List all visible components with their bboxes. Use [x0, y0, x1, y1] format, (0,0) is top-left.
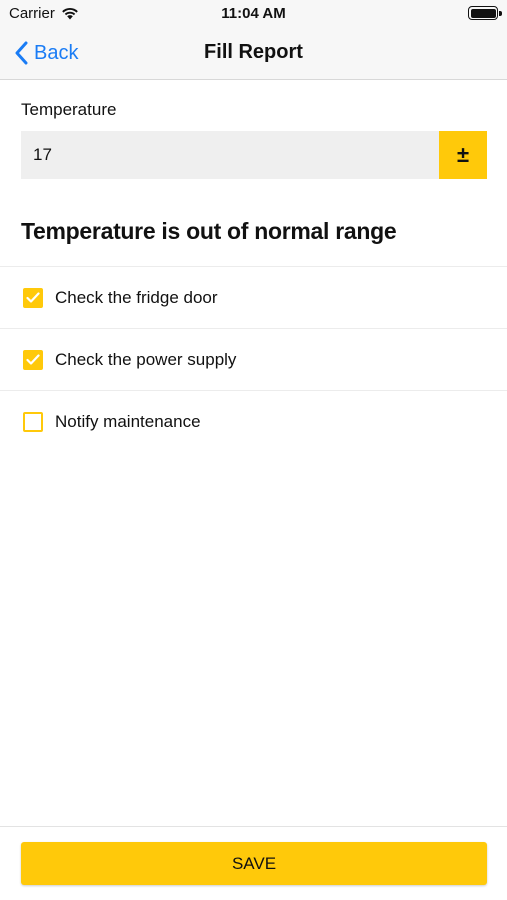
navigation-bar: Back Fill Report [0, 28, 507, 80]
checkbox[interactable] [23, 287, 43, 308]
checklist-item-power-supply[interactable]: Check the power supply [0, 329, 507, 391]
temperature-label: Temperature [21, 100, 117, 119]
checklist-item-label: Check the power supply [55, 349, 237, 369]
footer-bar: SAVE [0, 826, 507, 900]
temperature-input[interactable] [21, 131, 439, 179]
checkbox[interactable] [23, 412, 43, 432]
out-of-range-warning: Temperature is out of normal range [21, 218, 397, 244]
checklist-item-label: Notify maintenance [55, 412, 201, 431]
temperature-row: ± [21, 131, 487, 179]
battery-tip [499, 11, 502, 16]
checkmark-icon [26, 291, 40, 303]
page-title: Fill Report [204, 41, 303, 63]
sign-toggle-button[interactable]: ± [439, 131, 487, 179]
save-button[interactable]: SAVE [21, 842, 487, 885]
checkbox[interactable] [23, 349, 43, 370]
checkmark-icon [26, 353, 40, 365]
status-time: 11:04 AM [221, 5, 286, 22]
action-checklist: Check the fridge door Check the power su… [0, 266, 507, 453]
checklist-item-notify-maintenance[interactable]: Notify maintenance [0, 391, 507, 453]
checklist-item-fridge-door[interactable]: Check the fridge door [0, 267, 507, 329]
checklist-item-label: Check the fridge door [55, 287, 218, 307]
status-bar: Carrier 11:04 AM [0, 0, 507, 28]
battery-icon [468, 6, 498, 20]
